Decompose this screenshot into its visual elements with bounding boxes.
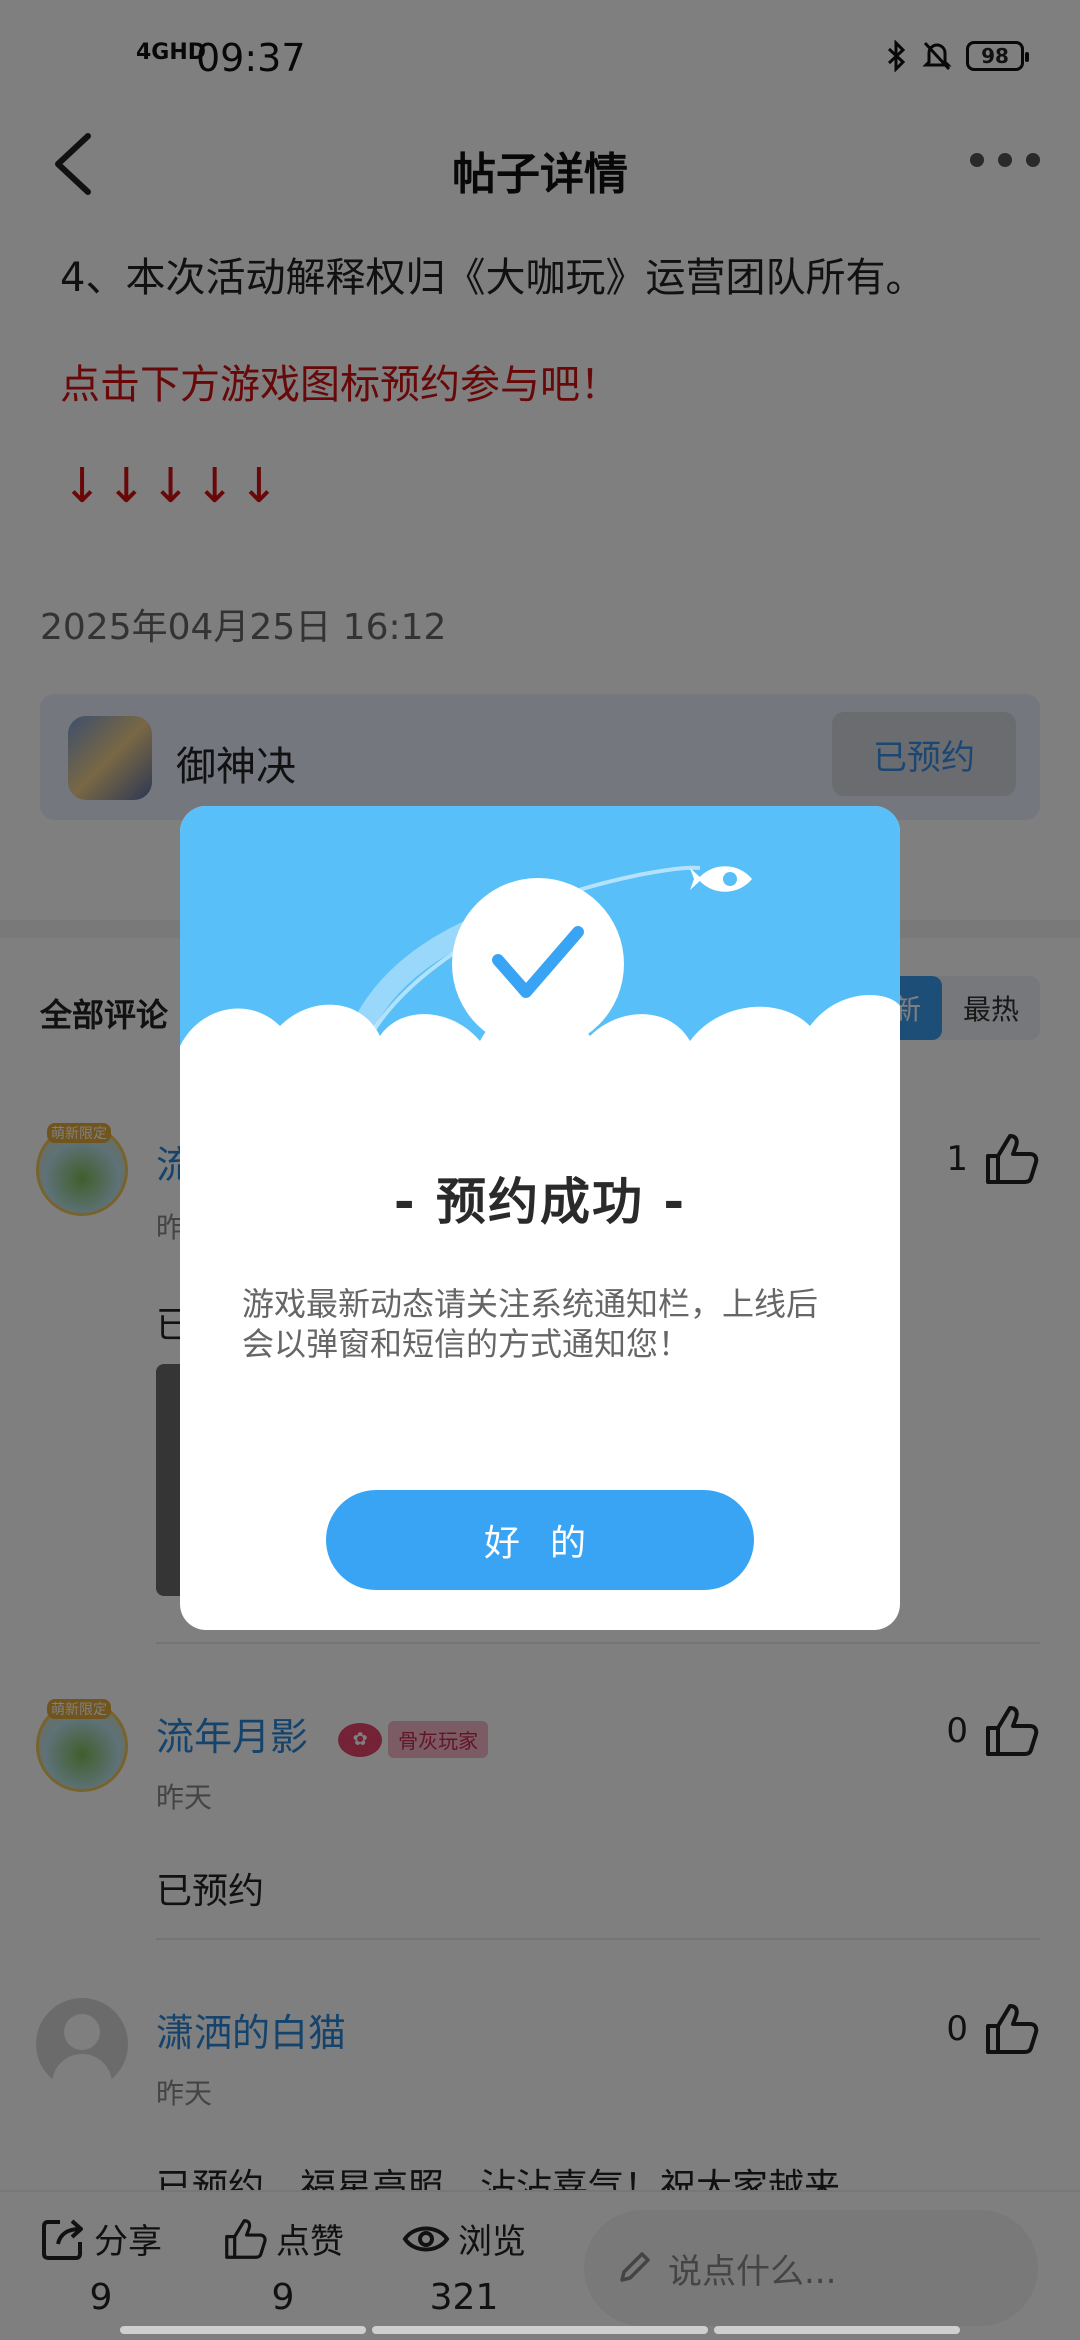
- dialog-title: - 预约成功 -: [393, 1173, 687, 1231]
- dialog-header-illustration: [180, 806, 900, 1156]
- home-indicator: [714, 2326, 960, 2334]
- home-indicator: [120, 2326, 366, 2334]
- rocket-icon: [690, 866, 752, 892]
- ok-button[interactable]: 好 的: [326, 1490, 754, 1590]
- clouds-illustration: [180, 994, 900, 1156]
- dialog-message: 游戏最新动态请关注系统通知栏，上线后会以弹窗和短信的方式通知您！: [242, 1285, 819, 1363]
- home-indicator: [372, 2326, 708, 2334]
- reservation-success-dialog: - 预约成功 - 游戏最新动态请关注系统通知栏，上线后会以弹窗和短信的方式通知您…: [180, 806, 900, 1630]
